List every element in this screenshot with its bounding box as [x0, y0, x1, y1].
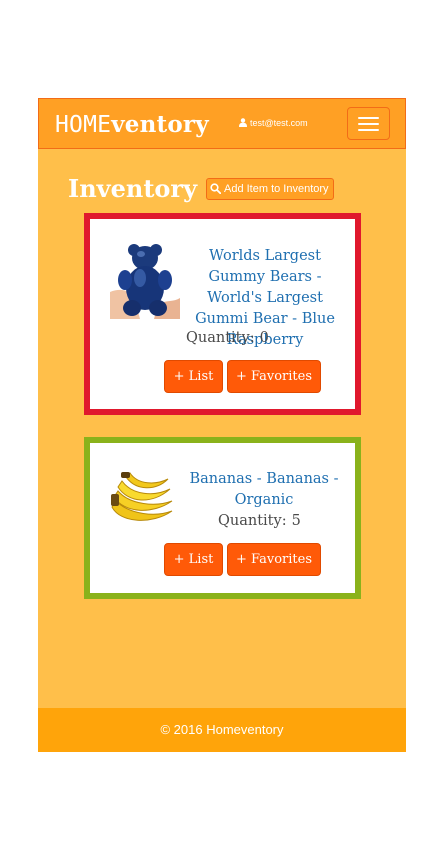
add-to-favorites-button[interactable]: + Favorites: [227, 543, 321, 576]
blue-gummy-bear-image: [110, 244, 180, 319]
hamburger-menu-button[interactable]: [347, 107, 390, 140]
brand-part-home: HOME: [55, 112, 112, 138]
navbar: HOMEventory test@test.com: [38, 98, 406, 149]
quantity-value: 5: [291, 513, 301, 529]
bananas-image: [106, 467, 178, 527]
user-account-link[interactable]: test@test.com: [239, 118, 308, 129]
inventory-item-card: Bananas - Bananas - Organic Quantity: 5 +…: [84, 437, 361, 599]
brand-part-ventory: ventory: [111, 111, 209, 138]
add-to-favorites-button[interactable]: + Favorites: [227, 360, 321, 393]
item-quantity: Quantity: 5: [218, 513, 301, 529]
footer: © 2016 Homeventory: [38, 708, 406, 752]
add-item-label: Add Item to Inventory: [224, 183, 329, 195]
brand-logo[interactable]: HOMEventory: [55, 111, 209, 138]
add-to-list-button[interactable]: + List: [164, 543, 223, 576]
inventory-item-card: Worlds Largest Gummy Bears - World's Lar…: [84, 213, 361, 415]
page-title: Inventory: [68, 174, 198, 203]
user-icon: [239, 118, 247, 129]
add-to-list-button[interactable]: + List: [164, 360, 223, 393]
copyright-text: © 2016 Homeventory: [160, 722, 284, 737]
item-quantity: Quantity: 0: [186, 330, 269, 346]
quantity-label: Quantity:: [218, 513, 287, 529]
item-name-link[interactable]: Bananas - Bananas - Organic: [186, 469, 342, 511]
quantity-value: 0: [259, 330, 269, 346]
search-icon: [210, 183, 222, 195]
user-email: test@test.com: [250, 118, 308, 128]
add-item-button[interactable]: Add Item to Inventory: [206, 178, 334, 200]
app-container: HOMEventory test@test.com Inventory Add …: [38, 98, 406, 752]
quantity-label: Quantity:: [186, 330, 255, 346]
